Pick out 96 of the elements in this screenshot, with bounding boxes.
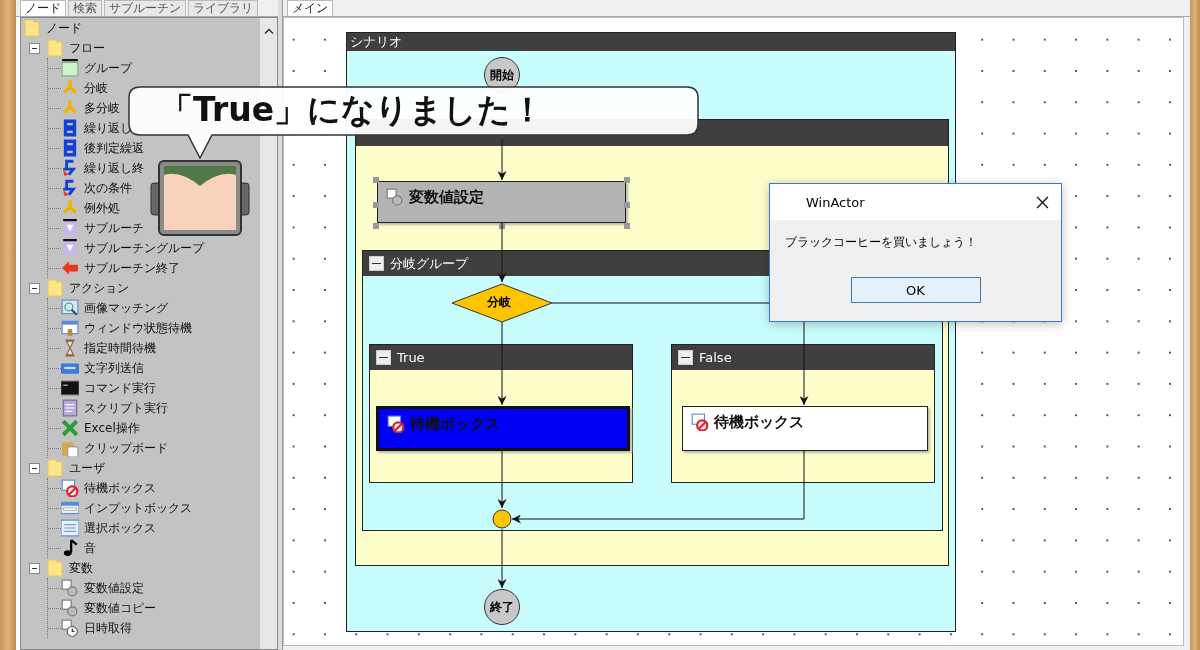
selection-handle[interactable] xyxy=(624,202,630,208)
close-icon[interactable] xyxy=(1036,195,1049,209)
variable-icon xyxy=(386,188,404,206)
tree-item[interactable]: グループ xyxy=(84,59,132,77)
tree-item[interactable]: 分岐 xyxy=(84,79,108,97)
dialog-message: ブラックコーヒーを買いましょう！ xyxy=(785,234,977,251)
node-label: 変数値設定 xyxy=(409,188,484,207)
tree-item[interactable]: 待機ボックス xyxy=(84,479,156,497)
lane-title: True xyxy=(397,350,425,365)
variable-node[interactable]: 変数値設定 xyxy=(377,181,626,223)
script-icon xyxy=(61,399,79,417)
tree-item[interactable]: 文字列送信 xyxy=(84,359,144,377)
ok-button[interactable]: OK xyxy=(850,277,981,303)
tree-item[interactable]: クリップボード xyxy=(84,439,168,457)
collapse-toggle[interactable] xyxy=(29,42,40,54)
folder-icon xyxy=(23,19,41,37)
tree-item[interactable]: 変数 xyxy=(69,559,93,577)
merge-node xyxy=(492,509,512,529)
flow-arrow xyxy=(497,222,507,283)
selection-handle[interactable] xyxy=(624,223,630,229)
tree-item[interactable]: 変数値設定 xyxy=(84,579,144,597)
tree-item[interactable]: 例外処 xyxy=(84,199,120,217)
fork-icon xyxy=(61,79,79,97)
panel-tab[interactable]: ノード xyxy=(20,0,66,16)
node-label: 分岐 xyxy=(487,294,511,311)
tree-item[interactable]: 音 xyxy=(84,539,96,557)
tree-item[interactable]: サブルーチン終了 xyxy=(84,259,180,277)
selection-handle[interactable] xyxy=(373,223,379,229)
tree-item[interactable]: 繰り返し xyxy=(84,119,132,137)
folder-icon xyxy=(46,279,64,297)
tree-item[interactable]: インプットボックス xyxy=(84,499,192,517)
tree-item[interactable]: 日時取得 xyxy=(84,619,132,637)
prohibited-icon xyxy=(691,413,709,431)
tree-item[interactable]: 指定時間待機 xyxy=(84,339,156,357)
scroll-up-icon[interactable] xyxy=(263,28,274,35)
fork-icon xyxy=(61,199,79,217)
clipboard-icon xyxy=(61,439,79,457)
input-box-icon xyxy=(61,499,79,517)
magnifier-icon xyxy=(61,299,79,317)
group-icon xyxy=(61,59,79,77)
selection-handle[interactable] xyxy=(499,223,505,229)
window-icon xyxy=(61,319,79,337)
wait-box-node[interactable]: 待機ボックス xyxy=(682,406,928,451)
terminal-icon xyxy=(61,379,79,397)
group-title: 分岐グループ xyxy=(390,254,468,273)
tree-item[interactable]: アクション xyxy=(69,279,129,297)
flow-arrow xyxy=(497,528,507,589)
left-arrow-icon xyxy=(61,259,79,277)
dialog-title: WinActor xyxy=(806,194,865,210)
tree-item[interactable]: 画像マッチング xyxy=(84,299,168,317)
collapse-toggle[interactable] xyxy=(369,256,384,271)
folder-icon xyxy=(46,39,64,57)
editor-tab[interactable]: メイン xyxy=(287,0,333,16)
panel-tab[interactable]: サブルーチン xyxy=(104,0,186,16)
prohibited-icon xyxy=(61,479,79,497)
collapse-toggle[interactable] xyxy=(29,462,40,474)
tree-item[interactable]: ユーザ xyxy=(69,459,105,477)
panel-tab[interactable]: 検索 xyxy=(68,0,102,16)
selection-handle[interactable] xyxy=(373,177,379,183)
group-title: シナリオ xyxy=(350,33,402,51)
prohibited-icon xyxy=(387,415,405,433)
tree-item[interactable]: Excel操作 xyxy=(84,419,140,437)
tree-item[interactable]: ノード xyxy=(46,19,82,37)
panel-tab[interactable]: ライブラリ xyxy=(188,0,258,16)
node-label: 待機ボックス xyxy=(714,413,804,432)
tree-item[interactable]: 多分岐 xyxy=(84,99,120,117)
tree-item[interactable]: サブルーチ xyxy=(84,219,144,237)
selection-handle[interactable] xyxy=(373,202,379,208)
list-icon xyxy=(61,519,79,537)
tree-item[interactable]: 繰り返し終 xyxy=(84,159,144,177)
tree-item[interactable]: フロー xyxy=(69,39,105,57)
selection-handle[interactable] xyxy=(624,177,630,183)
loop-arrow-icon xyxy=(61,179,79,197)
collapse-toggle[interactable] xyxy=(29,562,40,574)
fork-icon xyxy=(61,99,79,117)
flow-arrow xyxy=(497,450,507,509)
tree-item[interactable]: コマンド実行 xyxy=(84,379,156,397)
collapse-toggle[interactable] xyxy=(376,350,391,365)
tree-item[interactable]: 選択ボックス xyxy=(84,519,156,537)
lane-title: False xyxy=(699,350,732,365)
folder-icon xyxy=(46,459,64,477)
decision-node[interactable] xyxy=(451,283,553,323)
tree-item[interactable]: ウィンドウ状態待機 xyxy=(84,319,192,337)
spreadsheet-icon xyxy=(61,419,79,437)
tree-item[interactable]: 後判定繰返 xyxy=(84,139,144,157)
music-note-icon xyxy=(61,539,79,557)
folder-icon xyxy=(46,559,64,577)
tree-item[interactable]: 次の条件 xyxy=(84,179,132,197)
node-label: 待機ボックス xyxy=(410,415,500,434)
tree-item[interactable]: 変数値コピー xyxy=(84,599,156,617)
loop-arrow-icon xyxy=(61,159,79,177)
flow-arrow xyxy=(497,138,507,181)
tree-item[interactable]: サブルーチングループ xyxy=(84,239,204,257)
tree-item[interactable]: スクリプト実行 xyxy=(84,399,168,417)
collapse-toggle[interactable] xyxy=(29,282,40,294)
collapse-toggle[interactable] xyxy=(678,350,693,365)
